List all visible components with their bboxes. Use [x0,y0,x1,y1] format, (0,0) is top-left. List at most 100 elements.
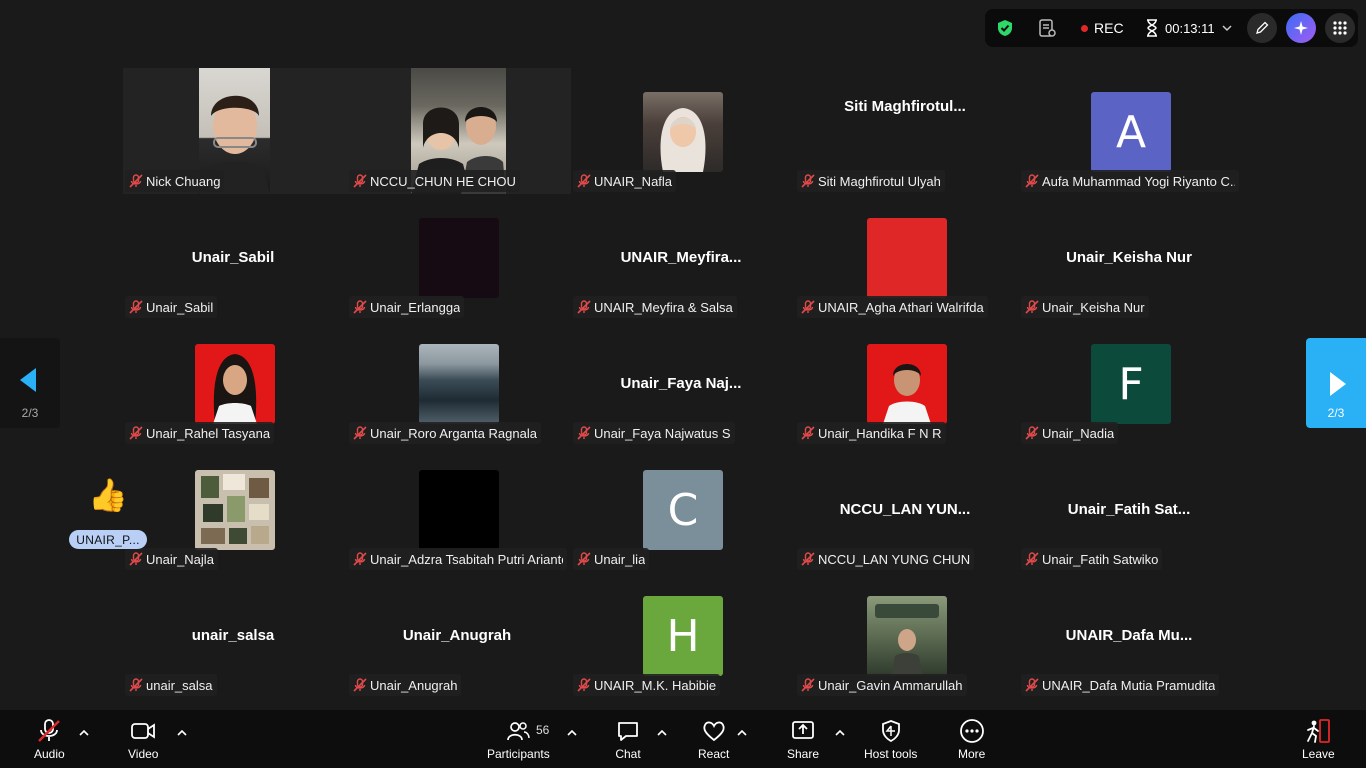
participant-tile[interactable]: Unair_Erlangga [347,194,567,318]
meeting-status-bar: REC 00:13:11 [985,9,1358,47]
avatar-letter: H [666,610,700,662]
participant-tile[interactable]: UNAIR_Dafa Mu... UNAIR_Dafa Mutia Pramud… [1019,572,1239,696]
share-screen-icon [792,721,814,739]
share-options-caret-icon[interactable] [833,726,847,740]
ai-companion-button[interactable] [1286,9,1316,47]
participant-nametag: Unair_Gavin Ammarullah [797,674,967,696]
participant-name: NCCU_CHUN HE CHOU [370,173,516,189]
participant-nametag: Unair_Nadia [1021,422,1119,444]
chat-button[interactable]: Chat [615,718,641,761]
leave-button[interactable]: Leave [1302,718,1335,761]
participant-name: Unair_Sabil [146,299,214,315]
muted-mic-icon [801,174,815,188]
audio-label: Audio [34,747,65,761]
muted-mic-icon [577,678,591,692]
participant-nametag: Unair_Adzra Tsabitah Putri Arianto [349,548,567,570]
participant-tile[interactable]: Unair_Faya Naj... Unair_Faya Najwatus S [571,320,791,444]
participant-display-name: NCCU_LAN YUN... [839,501,971,518]
muted-mic-icon [1025,552,1039,566]
arrow-left-icon [20,368,36,392]
participant-tile[interactable]: C Unair_lia [571,446,791,570]
video-camera-icon [131,723,156,739]
participant-tile[interactable]: Siti Maghfirotul... Siti Maghfirotul Uly… [795,68,1015,192]
muted-mic-icon [129,678,143,692]
participant-initial-avatar: A [1091,92,1171,172]
encryption-shield-icon[interactable] [995,9,1015,47]
audio-options-caret-icon[interactable] [77,726,91,740]
annotate-button[interactable] [1247,9,1277,47]
participant-tile[interactable]: Unair_Handika F N R [795,320,1015,444]
video-button[interactable]: Video [128,718,158,761]
participant-nametag: UNAIR_M.K. Habibie [573,674,721,696]
participant-name: UNAIR_Meyfira & Salsa [594,299,733,315]
participant-nametag: Unair_Erlangga [349,296,465,318]
muted-mic-icon [129,426,143,440]
participant-tile[interactable]: Unair_Roro Arganta Ragnala [347,320,567,444]
apps-grid-icon [1325,13,1355,43]
host-tools-button[interactable]: Host tools [864,718,917,761]
avatar-letter: C [667,484,699,536]
participant-tile[interactable]: A Aufa Muhammad Yogi Riyanto C... [1019,68,1239,192]
participant-tile[interactable]: Unair_Keisha Nur Unair_Keisha Nur [1019,194,1239,318]
participants-options-caret-icon[interactable] [565,726,579,740]
participant-display-name: unair_salsa [191,627,275,644]
previous-page-button[interactable]: 2/3 [0,338,60,428]
participant-tile[interactable]: Unair_Rahel Tasyana [123,320,343,444]
react-options-caret-icon[interactable] [735,726,749,740]
participant-tile[interactable]: NCCU_LAN YUN... NCCU_LAN YUNG CHUN [795,446,1015,570]
muted-mic-icon [1025,678,1039,692]
notes-icon[interactable] [1037,9,1057,47]
react-button[interactable]: React [698,718,729,761]
participant-photo [867,596,947,676]
participant-tile[interactable]: unair_salsa unair_salsa [123,572,343,696]
participant-tile[interactable]: H UNAIR_M.K. Habibie [571,572,791,696]
chevron-down-icon [1222,25,1232,32]
participant-tile[interactable]: Unair_Sabil Unair_Sabil [123,194,343,318]
participant-tile[interactable]: Nick Chuang [123,68,343,194]
participant-nametag: Unair_Faya Najwatus S [573,422,735,444]
rec-label: REC [1094,20,1124,36]
participant-name: Unair_Faya Najwatus S [594,425,731,441]
video-options-caret-icon[interactable] [175,726,189,740]
muted-mic-icon [801,300,815,314]
muted-mic-icon [353,426,367,440]
timer-value: 00:13:11 [1165,20,1215,36]
recording-indicator[interactable]: REC [1081,9,1124,47]
meeting-toolbar: Audio Video Participants 56 Chat React S… [0,710,1366,768]
participant-nametag: Unair_Sabil [125,296,218,318]
muted-mic-icon [801,426,815,440]
muted-mic-icon [1025,426,1039,440]
participant-initial-avatar: F [1091,344,1171,424]
participant-tile[interactable]: Unair_Gavin Ammarullah [795,572,1015,696]
reaction-user-tag: UNAIR_P... [69,530,147,549]
shield-icon [881,720,900,743]
share-button[interactable]: Share [787,718,819,761]
participant-name: Unair_Adzra Tsabitah Putri Arianto [370,551,563,567]
participant-name: Unair_Erlangga [370,299,461,315]
muted-mic-icon [577,174,591,188]
chat-bubble-icon [618,722,638,741]
participant-photo [195,470,275,550]
participant-tile[interactable]: Unair_Adzra Tsabitah Putri Arianto [347,446,567,570]
more-button[interactable]: More [958,718,985,761]
participant-tile[interactable]: Unair_Fatih Sat... Unair_Fatih Satwiko [1019,446,1239,570]
participant-tile[interactable]: NCCU_CHUN HE CHOU [347,68,567,194]
participant-name: Unair_lia [594,551,646,567]
audio-button[interactable]: Audio [34,718,65,761]
participant-tile[interactable]: UNAIR_Meyfira... UNAIR_Meyfira & Salsa [571,194,791,318]
chat-options-caret-icon[interactable] [655,726,669,740]
participant-tile[interactable]: Unair_Najla [123,446,343,570]
apps-button[interactable] [1325,9,1355,47]
participant-tile[interactable]: Unair_Anugrah Unair_Anugrah [347,572,567,696]
participant-tile[interactable]: UNAIR_Nafla [571,68,791,192]
next-page-button[interactable]: 2/3 [1306,338,1366,428]
share-label: Share [787,747,820,761]
participant-name: UNAIR_Dafa Mutia Pramudita [1042,677,1216,693]
participant-tile[interactable]: F Unair_Nadia [1019,320,1239,444]
participant-tile[interactable]: UNAIR_Agha Athari Walrifda [795,194,1015,318]
participants-icon [507,722,531,741]
participant-name: Unair_Roro Arganta Ragnala [370,425,537,441]
leave-door-icon [1307,719,1331,743]
meeting-timer[interactable]: 00:13:11 [1145,9,1233,47]
participant-name: Siti Maghfirotul Ulyah [818,173,941,189]
